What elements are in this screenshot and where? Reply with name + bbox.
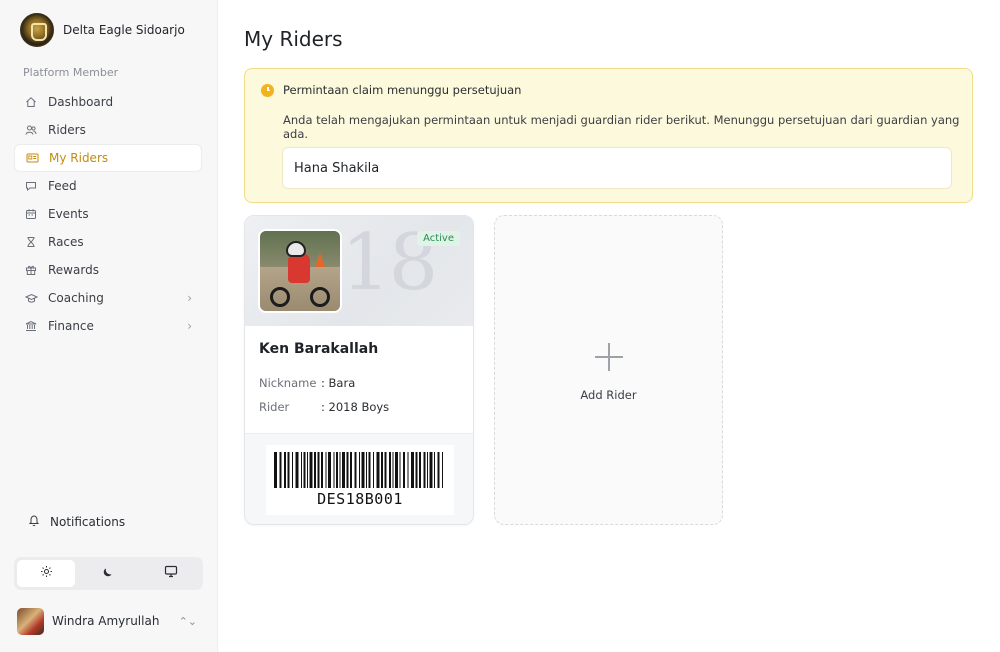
dark-theme-button[interactable]: [79, 560, 137, 587]
alert-heading-text: Permintaan claim menunggu persetujuan: [283, 83, 522, 97]
sidebar-item-label: Events: [48, 207, 89, 221]
barcode-bars: [274, 452, 443, 488]
chat-icon: [24, 179, 38, 193]
user-menu[interactable]: Windra Amyrullah ⌃⌄: [17, 607, 197, 635]
hourglass-icon: [24, 235, 38, 249]
sidebar-nav: Dashboard Riders My Riders Feed Events R…: [14, 88, 202, 340]
users-icon: [24, 123, 38, 137]
status-badge: Active: [417, 231, 460, 246]
chevron-right-icon: ›: [187, 319, 192, 333]
sidebar-item-events[interactable]: Events: [14, 200, 202, 228]
sidebar: Delta Eagle Sidoarjo Platform Member Das…: [0, 0, 218, 652]
rider-label: Rider: [259, 400, 290, 414]
add-rider-card[interactable]: Add Rider: [494, 215, 723, 525]
barcode-section: DES18B001: [245, 434, 473, 524]
notifications-button[interactable]: Notifications: [28, 514, 125, 530]
chevron-updown-icon: ⌃⌄: [178, 614, 197, 628]
sidebar-item-coaching[interactable]: Coaching ›: [14, 284, 202, 312]
sidebar-item-label: Rewards: [48, 263, 99, 277]
plus-icon: [595, 343, 623, 371]
gift-icon: [24, 263, 38, 277]
alert-description: Anda telah mengajukan permintaan untuk m…: [283, 113, 960, 141]
sidebar-item-label: My Riders: [49, 151, 109, 165]
sun-icon: [40, 565, 53, 582]
nickname-row: Nickname : Bara: [259, 376, 355, 390]
id-card-icon: [25, 151, 39, 165]
section-label: Platform Member: [23, 66, 119, 79]
sidebar-item-label: Dashboard: [48, 95, 114, 109]
sidebar-item-riders[interactable]: Riders: [14, 116, 202, 144]
home-icon: [24, 95, 38, 109]
rider-category-value: : 2018 Boys: [321, 400, 390, 414]
alert-heading: Permintaan claim menunggu persetujuan: [261, 83, 521, 97]
sidebar-item-label: Finance: [48, 319, 94, 333]
rider-category-row: Rider : 2018 Boys: [259, 400, 389, 414]
sidebar-item-rewards[interactable]: Rewards: [14, 256, 202, 284]
monitor-icon: [164, 565, 178, 582]
nickname-value: : Bara: [321, 376, 356, 390]
nickname-label: Nickname: [259, 376, 317, 390]
bank-icon: [24, 319, 38, 333]
pending-rider-name: Hana Shakila: [294, 160, 380, 176]
sidebar-item-label: Races: [48, 235, 84, 249]
team-logo: [20, 13, 54, 47]
sidebar-item-races[interactable]: Races: [14, 228, 202, 256]
rider-name: Ken Barakallah: [259, 341, 379, 357]
brand-name: Delta Eagle Sidoarjo: [63, 23, 185, 37]
chevron-right-icon: ›: [187, 291, 192, 305]
system-theme-button[interactable]: [142, 560, 200, 587]
sidebar-item-dashboard[interactable]: Dashboard: [14, 88, 202, 116]
light-theme-button[interactable]: [17, 560, 76, 587]
rider-card-header: 18 Active: [245, 216, 473, 326]
sidebar-item-feed[interactable]: Feed: [14, 172, 202, 200]
page-title: My Riders: [244, 27, 343, 51]
rider-card[interactable]: 18 Active Ken Barakallah Nickname : Bara…: [244, 215, 474, 525]
sidebar-item-label: Riders: [48, 123, 86, 137]
add-rider-label: Add Rider: [580, 388, 637, 402]
avatar: [17, 607, 44, 635]
pending-claim-alert: Permintaan claim menunggu persetujuan An…: [244, 68, 973, 203]
sidebar-item-label: Coaching: [48, 291, 104, 305]
graduation-cap-icon: [24, 291, 38, 305]
barcode: DES18B001: [266, 445, 454, 515]
barcode-text: DES18B001: [317, 490, 403, 508]
pending-rider-item: Hana Shakila: [282, 147, 952, 189]
clock-icon: [261, 83, 274, 97]
rider-photo: [258, 229, 342, 313]
brand[interactable]: Delta Eagle Sidoarjo: [20, 13, 185, 47]
moon-icon: [102, 565, 115, 582]
user-name: Windra Amyrullah: [52, 614, 160, 628]
notifications-label: Notifications: [50, 515, 126, 529]
sidebar-item-label: Feed: [48, 179, 77, 193]
bell-icon: [28, 514, 40, 530]
sidebar-item-my-riders[interactable]: My Riders: [14, 144, 202, 172]
calendar-icon: [24, 207, 38, 221]
sidebar-item-finance[interactable]: Finance ›: [14, 312, 202, 340]
theme-switcher: [14, 557, 203, 590]
